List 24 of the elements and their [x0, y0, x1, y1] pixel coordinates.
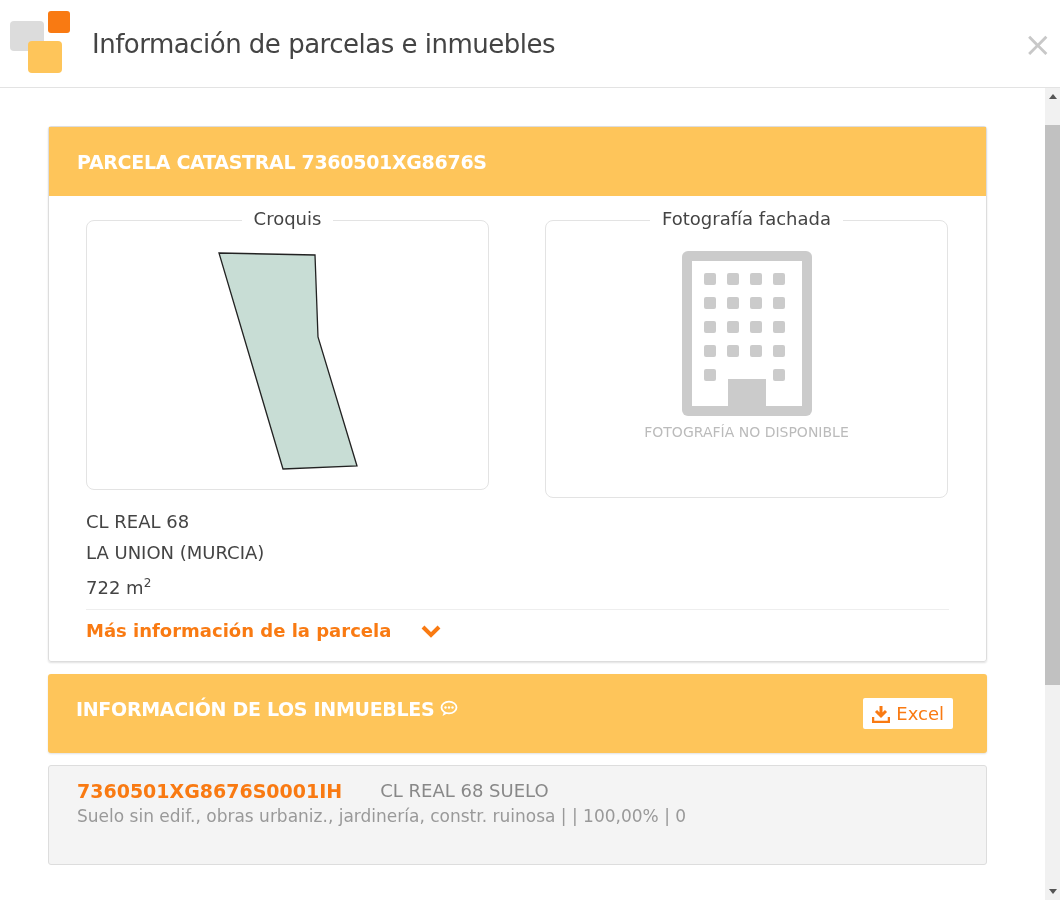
address-line: CL REAL 68 — [86, 510, 191, 534]
scroll-thumb[interactable] — [1045, 125, 1060, 685]
comment-icon — [440, 700, 459, 717]
excel-button[interactable]: Excel — [863, 698, 953, 729]
close-button[interactable]: × — [1019, 23, 1056, 64]
scroll-down-icon[interactable] — [1048, 889, 1057, 894]
properties-title: INFORMACIÓN DE LOS INMUEBLES — [76, 697, 435, 720]
window-title: Información de parcelas e inmuebles — [92, 28, 556, 59]
address-line: LA UNION (MURCIA) — [86, 541, 266, 565]
property-address: CL REAL 68 SUELO — [380, 780, 549, 802]
app-logo-icon — [10, 10, 72, 73]
more-info-link[interactable]: Más información de la parcela — [86, 620, 442, 641]
parcel-title: PARCELA CATASTRAL 7360501XG8676S — [77, 150, 487, 173]
photo-unavailable-text: FOTOGRAFÍA NO DISPONIBLE — [644, 424, 849, 440]
download-icon — [872, 704, 891, 723]
scroll-up-icon[interactable] — [1048, 94, 1057, 99]
property-row[interactable]: 7360501XG8676S0001IH CL REAL 68 SUELO Suelo sin edif., obras urbaniz., jardinería, constr. ruinosa | | 100,00% | 0 — [48, 765, 987, 865]
photo-label: Fotografía fachada — [650, 208, 843, 229]
property-detail: Suelo sin edif., obras urbaniz., jardinería, constr. ruinosa | | 100,00% | 0 — [77, 806, 687, 826]
building-icon — [681, 251, 812, 416]
property-reference[interactable]: 7360501XG8676S0001IH — [77, 780, 343, 802]
address-line: 722 m$^{2}$ — [86, 575, 153, 600]
sketch-label: Croquis — [241, 208, 334, 229]
scrollbar[interactable] — [1045, 88, 1060, 900]
